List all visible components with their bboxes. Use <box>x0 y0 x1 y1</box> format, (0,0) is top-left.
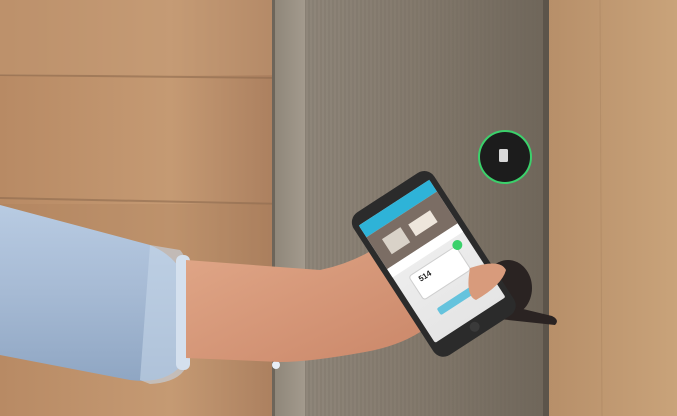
hotel-door-photo: 514 <box>0 0 677 416</box>
photo-illustration <box>0 0 677 416</box>
nfc-reader <box>478 130 532 184</box>
wood-wall-right <box>549 0 677 416</box>
